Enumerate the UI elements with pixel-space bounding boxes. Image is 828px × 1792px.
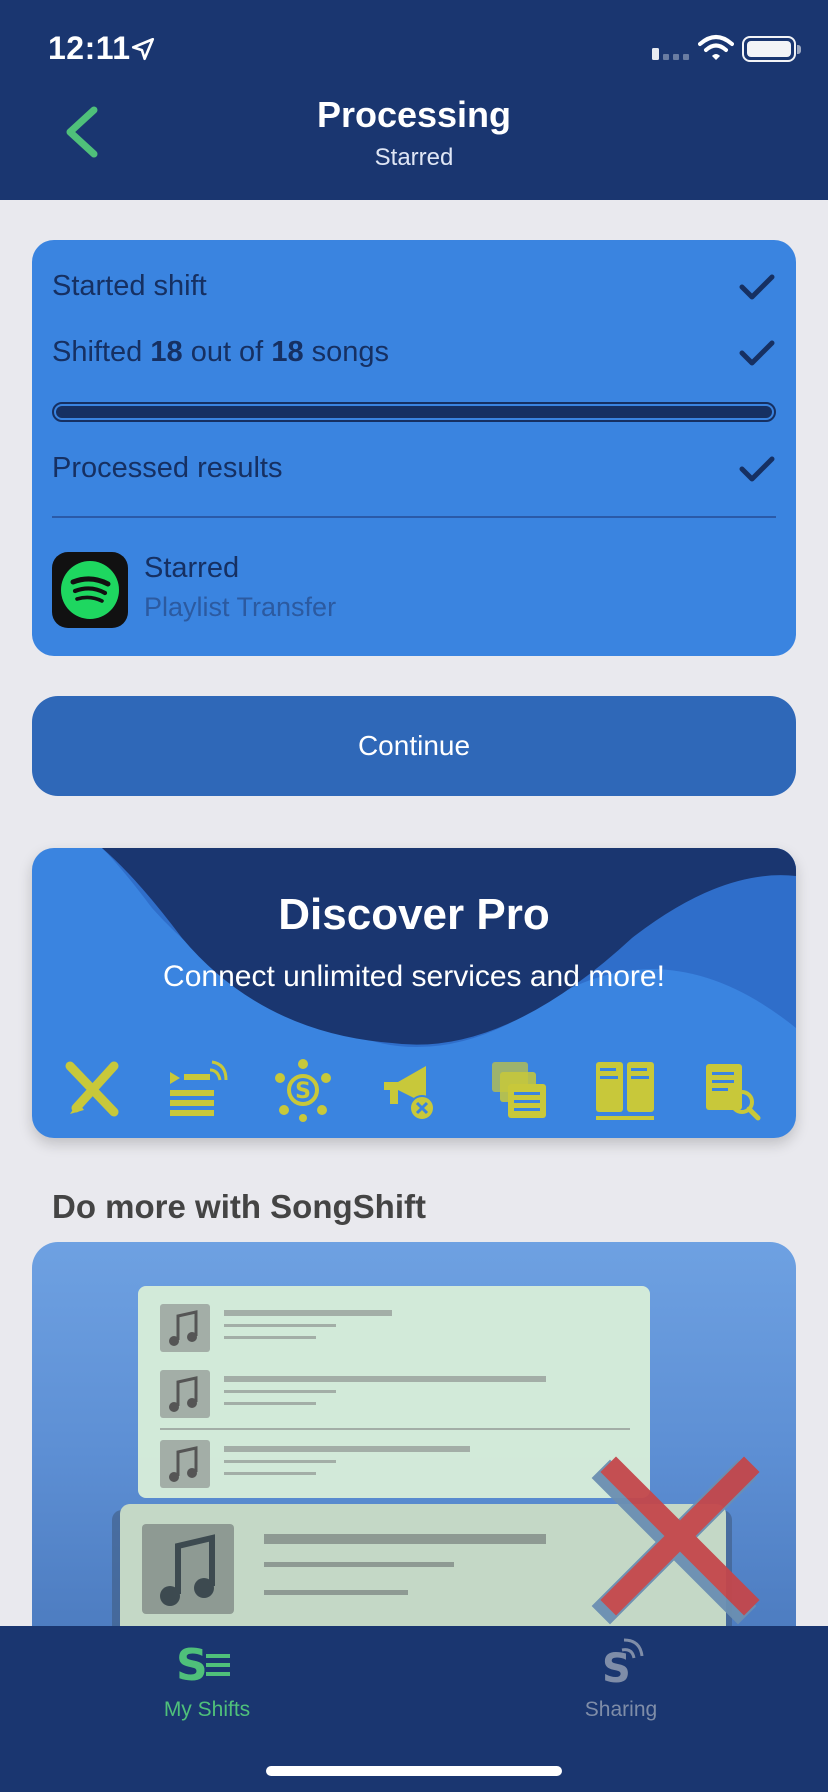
shifted-done-count: 18 [150,336,183,368]
sharing-icon: S [602,1638,644,1686]
processed-results-row: Processed results [52,452,776,485]
my-shifts-icon: S [176,1640,230,1686]
svg-text:S: S [602,1646,631,1686]
shift-progress-card: Started shift Shifted 18 out of 18 songs… [32,240,796,656]
shifted-songs-row: Shifted 18 out of 18 songs [52,336,776,369]
playlist-illustration [112,1286,760,1662]
continue-button[interactable]: Continue [32,696,796,796]
shifted-total-count: 18 [271,336,304,368]
shifted-prefix: Shifted [52,336,143,368]
promo-title: Discover Pro [278,890,550,939]
location-arrow-icon [131,37,155,61]
export-json-txt-icon [596,1062,654,1120]
shifted-suffix: songs [311,336,390,368]
music-note-icon [142,1524,234,1614]
divider [52,516,776,518]
section-title: Do more with SongShift [52,1188,426,1225]
checkmark-icon [739,274,775,300]
svg-text:S: S [176,1640,208,1686]
status-time: 12:11 [48,30,131,66]
svg-text:S: S [295,1079,311,1104]
music-note-icon [160,1304,210,1352]
megaphone-mute-icon [384,1066,435,1121]
checkmark-icon [739,340,775,366]
shift-progress-bar [52,402,776,422]
started-shift-label: Started shift [52,270,207,302]
discover-pro-banner[interactable]: Discover Pro Connect unlimited services … [32,848,796,1138]
page-title: Processing [316,94,512,135]
music-note-icon [160,1440,210,1488]
multi-playlist-icon [492,1062,546,1118]
tab-sharing[interactable]: S Sharing [414,1626,828,1746]
service-hub-icon: S [275,1059,331,1122]
home-indicator [266,1766,562,1776]
started-shift-row: Started shift [52,270,776,303]
do-more-card[interactable] [32,1242,796,1662]
playlist-name: Starred [144,552,240,584]
progress-fill [56,406,772,418]
search-list-icon [706,1064,761,1121]
shifted-mid: out of [190,336,264,368]
checkmark-icon [739,456,775,482]
cellular-signal-icon [652,48,689,60]
tab-my-shifts[interactable]: S My Shifts [0,1626,414,1746]
battery-icon [742,36,801,62]
playlist-type: Playlist Transfer [144,592,337,622]
promo-subtitle: Connect unlimited services and more! [163,960,665,993]
navigation-bar: 12:11 Processing Starred [0,0,828,200]
spotify-icon [52,552,128,628]
playlist-sync-icon [170,1060,228,1116]
tab-label: My Shifts [163,1698,251,1721]
edit-icon [65,1061,119,1117]
tab-label: Sharing [584,1698,658,1721]
page-subtitle: Starred [374,144,454,171]
music-note-icon [160,1370,210,1418]
processed-results-label: Processed results [52,452,283,484]
wifi-icon [698,35,734,60]
